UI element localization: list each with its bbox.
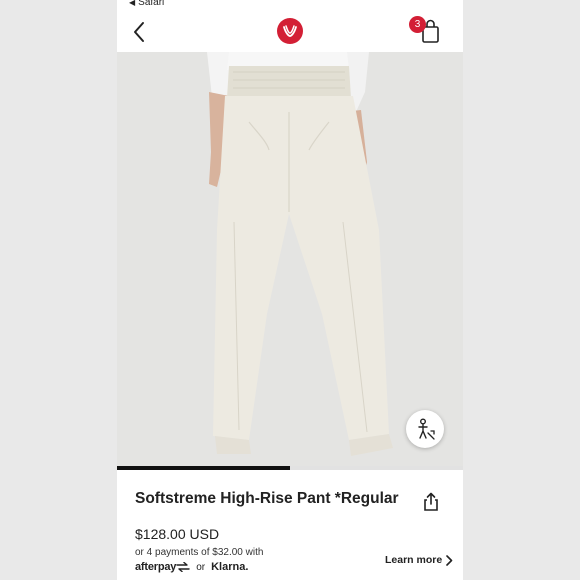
virtual-fit-button[interactable] <box>406 410 444 448</box>
installments-text: or 4 payments of $32.00 with <box>135 547 264 558</box>
chevron-left-icon <box>134 22 144 42</box>
pants-photo <box>117 52 463 466</box>
learn-more-label: Learn more <box>385 554 443 566</box>
back-button[interactable] <box>127 18 151 46</box>
chevron-right-icon <box>446 554 453 566</box>
learn-more-link[interactable]: Learn more <box>385 554 453 566</box>
back-triangle-icon: ◀ <box>129 0 136 7</box>
status-back-label: Safari <box>138 0 165 8</box>
share-icon <box>424 492 438 511</box>
or-label: or <box>196 561 206 573</box>
afterpay-arrows-icon <box>176 562 190 572</box>
status-back-to-app[interactable]: ◀ Safari <box>129 0 164 8</box>
klarna-logo[interactable]: Klarna. <box>211 561 248 573</box>
background-right <box>463 0 580 580</box>
product-price: $128.00 USD <box>135 526 220 542</box>
gallery-progress-track <box>117 466 463 470</box>
person-fit-icon <box>418 418 435 440</box>
lululemon-logo-icon[interactable] <box>277 18 303 44</box>
afterpay-logo[interactable]: afterpay <box>135 561 176 573</box>
background-left <box>0 0 117 580</box>
phone-screen: ◀ Safari 3 Softstreme High-Rise Pant *Re… <box>117 0 463 580</box>
payment-options: afterpay or Klarna. <box>135 561 248 573</box>
gallery-progress-fill <box>117 466 290 470</box>
cart-count-badge: 3 <box>409 16 426 33</box>
share-button[interactable] <box>422 492 440 512</box>
product-image[interactable] <box>117 52 463 466</box>
product-title: Softstreme High-Rise Pant *Regular <box>135 490 399 507</box>
